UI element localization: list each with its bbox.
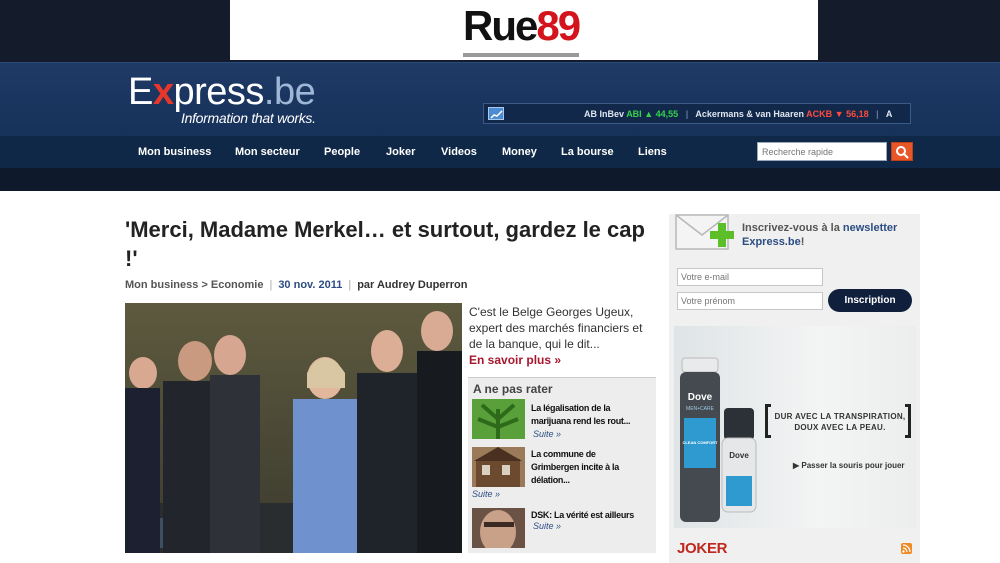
newsletter-site: Express.be xyxy=(742,236,801,248)
article-meta: Mon business > Economie | 30 nov. 2011 | par… xyxy=(125,279,467,291)
joker-heading[interactable]: JOKER xyxy=(677,540,727,557)
product-variant: CLEAN COMFORT xyxy=(682,440,718,445)
newsletter-email-input[interactable] xyxy=(677,268,823,286)
inscription-button[interactable]: Inscription xyxy=(828,289,912,312)
suite-link[interactable]: Suite » xyxy=(533,429,561,439)
header-bottom-band xyxy=(0,168,1000,191)
ticker-name: Ackermans & van Haaren xyxy=(695,109,804,119)
nav-liens[interactable]: Liens xyxy=(638,146,667,158)
ticker-code: ACKB xyxy=(806,109,833,119)
ticker-separator: | xyxy=(685,109,689,119)
suite-link[interactable]: Suite » xyxy=(533,521,561,531)
nav-people[interactable]: People xyxy=(324,146,360,158)
nav-mon-secteur[interactable]: Mon secteur xyxy=(235,146,300,158)
product-name: Dove xyxy=(688,392,713,403)
ad-underline xyxy=(463,53,579,57)
stock-ticker[interactable]: AB InBev ABI ▲ 44,55 | Ackermans & van H… xyxy=(483,103,911,124)
ne-pas-rater-title: A ne pas rater xyxy=(473,382,553,396)
ad-slogan: DUR AVEC LA TRANSPIRATION, DOUX AVEC LA … xyxy=(774,412,906,432)
nav-joker[interactable]: Joker xyxy=(386,146,415,158)
read-more-arrow: » xyxy=(554,353,562,367)
list-item-text: La légalisation de la marijuana rend les… xyxy=(531,403,631,426)
ticker-value: 56,18 xyxy=(846,109,869,119)
play-arrow-icon: ▶ xyxy=(793,461,800,470)
newsletter-text: Inscrivez-vous à la newsletter Express.b… xyxy=(742,221,917,249)
arrow-up-icon: ▲ xyxy=(644,109,654,119)
newsletter-envelope-icon xyxy=(674,211,738,253)
ad-hover-label: Passer la souris pour jouer xyxy=(801,461,905,470)
product-name: Dove xyxy=(729,451,749,460)
suite-link[interactable]: Suite » xyxy=(472,489,500,499)
ticker-name: AB InBev xyxy=(584,109,625,119)
rss-icon[interactable] xyxy=(901,543,912,554)
site-logo[interactable]: Express.be xyxy=(128,72,316,112)
newsletter-exclamation: ! xyxy=(800,236,805,248)
ticker-name: A xyxy=(885,109,893,119)
ticker-content: AB InBev ABI ▲ 44,55 | Ackermans & van H… xyxy=(584,109,892,119)
read-more-link[interactable]: En savoir plus » xyxy=(469,353,561,367)
read-more-label: En savoir plus xyxy=(469,353,552,367)
thumbnail-marijuana xyxy=(472,399,525,439)
ticker-separator: | xyxy=(876,109,879,119)
nav-videos[interactable]: Videos xyxy=(441,146,477,158)
article-title[interactable]: 'Merci, Madame Merkel… et surtout, garde… xyxy=(125,215,645,273)
thumbnail-dsk xyxy=(472,508,525,554)
meta-separator: | xyxy=(348,279,352,291)
article-photo[interactable] xyxy=(125,303,462,553)
search-icon xyxy=(896,146,909,159)
article-date: 30 nov. 2011 xyxy=(278,279,343,291)
breadcrumb[interactable]: Mon business > Economie xyxy=(125,279,263,291)
meta-separator: | xyxy=(269,279,273,291)
nav-money[interactable]: Money xyxy=(502,146,537,158)
arrow-down-icon: ▼ xyxy=(834,109,844,119)
thumbnail-grimbergen xyxy=(472,447,525,487)
ad-bracket-left xyxy=(765,404,771,438)
article-author: par Audrey Duperron xyxy=(357,279,468,291)
nav-la-bourse[interactable]: La bourse xyxy=(561,146,614,158)
article-teaser: C'est le Belge Georges Ugeux, expert des… xyxy=(469,305,643,351)
newsletter-firstname-input[interactable] xyxy=(677,292,823,310)
list-item-text: La commune de Grimbergen incite à la dél… xyxy=(531,449,619,485)
product-line: MEN+CARE xyxy=(686,406,715,412)
ticker-value: 44,55 xyxy=(655,109,679,119)
site-tagline: Information that works. xyxy=(181,110,316,126)
newsletter-highlight: newsletter xyxy=(842,222,898,234)
rue89-logo[interactable]: Rue89 xyxy=(463,2,581,50)
ad-hover-hint[interactable]: ▶ Passer la souris pour jouer xyxy=(793,461,905,470)
search-input[interactable] xyxy=(757,142,887,161)
newsletter-line1: Inscrivez-vous à la xyxy=(742,222,840,234)
search-button[interactable] xyxy=(891,142,913,161)
ticker-code: ABI xyxy=(626,109,642,119)
chart-icon xyxy=(488,107,504,120)
nav-mon-business[interactable]: Mon business xyxy=(138,146,211,158)
